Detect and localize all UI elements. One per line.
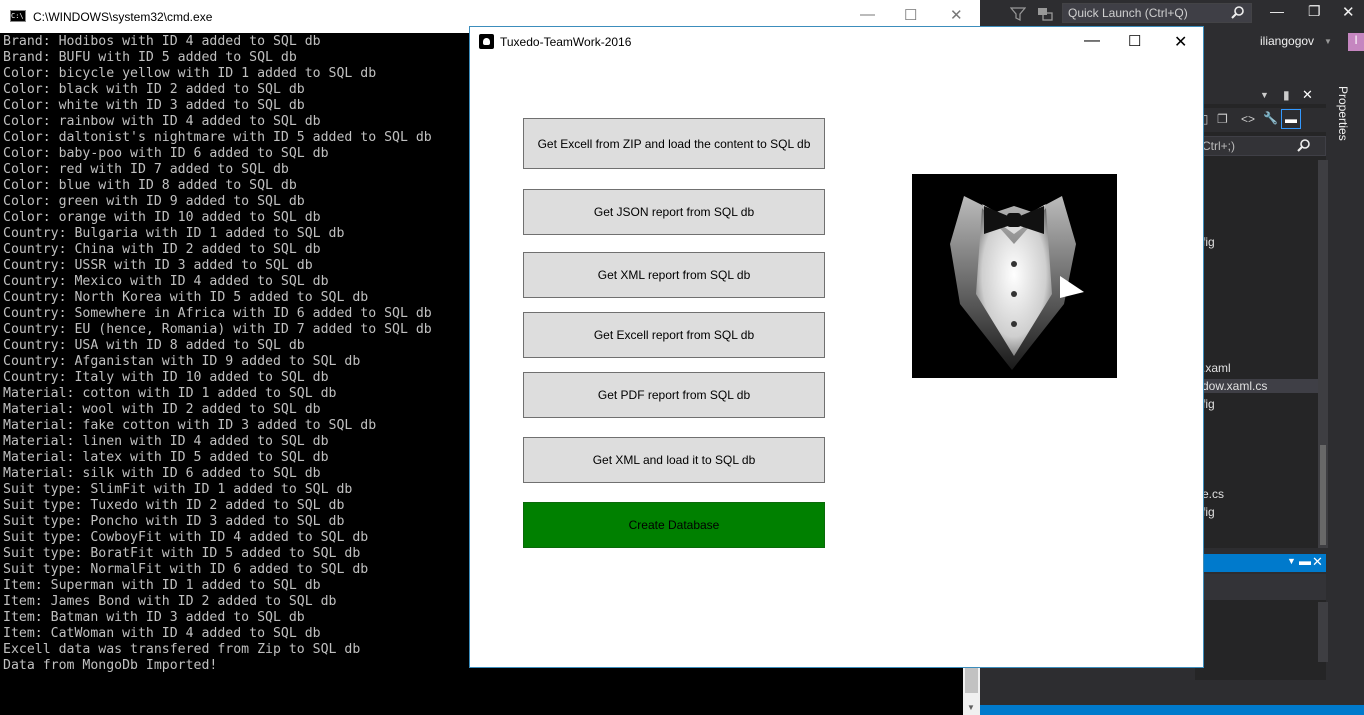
quick-launch-placeholder: Quick Launch (Ctrl+Q) [1068,6,1188,20]
code-icon[interactable]: <> [1241,112,1255,126]
search-hint: Ctrl+;) [1202,139,1235,153]
panel-title-bar: ▼ ▮ ✕ [1195,87,1326,104]
close-icon[interactable]: ✕ [1312,554,1323,570]
output-scrollbar[interactable] [1318,602,1328,662]
quick-launch-input[interactable]: Quick Launch (Ctrl+Q) [1062,3,1252,23]
cmd-minimize-button[interactable]: — [860,6,875,23]
user-name[interactable]: iliangogov [1260,34,1314,48]
vs-close-button[interactable]: ✕ [1342,3,1355,21]
chevron-down-icon[interactable]: ▼ [1287,556,1296,566]
output-panel [1195,600,1328,680]
excel-zip-to-sql-button[interactable]: Get Excell from ZIP and load the content… [523,118,825,169]
app-minimize-button[interactable]: — [1084,32,1100,50]
output-toolbar [1195,574,1326,600]
app-title-bar[interactable]: Tuxedo-TeamWork-2016 — ☐ ✕ [470,27,1203,57]
chevron-down-icon[interactable]: ▼ [1324,37,1332,46]
app-title: Tuxedo-TeamWork-2016 [500,35,632,49]
wrench-icon[interactable]: 🔧 [1263,111,1278,125]
tuxedo-logo [912,174,1117,378]
output-panel-title-bar: ▼ ▬ ✕ [1195,554,1326,572]
cmd-maximize-button[interactable]: ☐ [904,6,917,24]
search-icon [1297,139,1310,152]
solution-search-input[interactable]: Ctrl+;) [1195,136,1326,156]
excel-report-button[interactable]: Get Excell report from SQL db [523,312,825,358]
panel-scroll-thumb[interactable] [1320,445,1326,545]
xml-load-button[interactable]: Get XML and load it to SQL db [523,437,825,483]
app-icon [479,34,494,49]
solution-tree-item[interactable]: .xaml [1202,361,1231,375]
tuxedo-app-window: Tuxedo-TeamWork-2016 — ☐ ✕ Get Excell fr… [469,26,1204,668]
feedback-icon[interactable] [1036,5,1054,23]
cmd-title: C:\WINDOWS\system32\cmd.exe [33,10,213,24]
scroll-down-arrow-icon[interactable]: ▼ [967,703,975,712]
properties-tab[interactable]: Properties [1336,86,1350,141]
chevron-down-icon[interactable]: ▼ [1260,90,1269,100]
vs-restore-button[interactable]: ❐ [1308,3,1321,20]
app-maximize-button[interactable]: ☐ [1128,32,1141,50]
panel-toolbar: ◫ ❐ <> 🔧 ▬ [1195,108,1326,132]
tuxedo-icon [950,196,1084,370]
cmd-icon: C:\ [10,10,26,22]
xml-report-button[interactable]: Get XML report from SQL db [523,252,825,298]
cmd-close-button[interactable]: ✕ [950,6,963,24]
avatar[interactable]: I [1348,33,1364,51]
solution-tree-item[interactable]: dow.xaml.cs [1195,379,1325,393]
solution-tree-item[interactable]: e.cs [1202,487,1224,501]
pin-icon[interactable]: ▮ [1283,88,1290,102]
filter-icon[interactable] [1010,6,1026,22]
search-icon [1231,6,1244,19]
app-close-button[interactable]: ✕ [1174,32,1187,52]
pdf-report-button[interactable]: Get PDF report from SQL db [523,372,825,418]
preview-icon[interactable]: ▬ [1281,109,1301,129]
vs-status-bar [978,705,1364,715]
close-icon[interactable]: ✕ [1302,87,1313,103]
create-database-button[interactable]: Create Database [523,502,825,548]
copy-icon[interactable]: ❐ [1217,112,1228,126]
json-report-button[interactable]: Get JSON report from SQL db [523,189,825,235]
vs-minimize-button[interactable]: — [1270,3,1284,19]
solution-explorer-panel [1195,88,1326,548]
pin-icon[interactable]: ▬ [1299,554,1311,568]
